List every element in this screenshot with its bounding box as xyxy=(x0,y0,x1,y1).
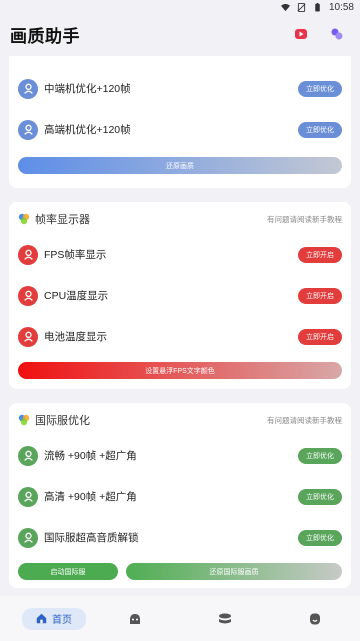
list-item: 高端机优化+120帧 立即优化 xyxy=(18,109,342,150)
list-item: 高清 +90帧 +超广角 立即优化 xyxy=(18,476,342,517)
user-icon xyxy=(18,445,38,466)
user-icon xyxy=(18,285,38,306)
row-label: FPS帧率显示 xyxy=(44,249,107,261)
list-item: FPS帧率显示 立即开启 xyxy=(18,234,342,275)
section-logo-icon xyxy=(18,213,30,225)
row-label: 国际服超高音质解锁 xyxy=(44,532,139,544)
nav-item-profile[interactable] xyxy=(270,612,360,626)
row-label: 电池温度显示 xyxy=(44,331,107,343)
theme-icon[interactable] xyxy=(330,27,344,41)
section-header: 国际服优化 有问题请阅读新手教程 xyxy=(18,411,342,429)
row-label: 中端机优化+120帧 xyxy=(44,83,131,95)
enable-button[interactable]: 立即开启 xyxy=(298,328,342,345)
optimize-button[interactable]: 立即优化 xyxy=(298,447,342,464)
nav-item-home[interactable]: 首页 xyxy=(0,607,90,630)
launch-intl-button[interactable]: 启动国际服 xyxy=(18,563,118,580)
battery-icon xyxy=(315,2,320,12)
main-content: 中端机优化+120帧 立即优化 高端机优化+120帧 立即优化 还原画质 帧率显… xyxy=(9,56,351,588)
graphics-card: 中端机优化+120帧 立即优化 高端机优化+120帧 立即优化 还原画质 xyxy=(9,56,351,188)
list-item: 电池温度显示 立即开启 xyxy=(18,316,342,357)
enable-button[interactable]: 立即开启 xyxy=(298,287,342,304)
row-label: 流畅 +90帧 +超广角 xyxy=(44,450,137,462)
bottom-nav: 首页 xyxy=(0,596,360,641)
row-label: CPU温度显示 xyxy=(44,290,109,302)
layers-icon xyxy=(219,613,231,623)
user-icon xyxy=(18,119,38,140)
intl-button-group: 启动国际服 还原国际服画质 xyxy=(18,563,342,580)
optimize-button[interactable]: 立即优化 xyxy=(298,121,342,138)
home-icon xyxy=(36,613,47,624)
intl-card: 国际服优化 有问题请阅读新手教程 流畅 +90帧 +超广角 立即优化 高清 +9… xyxy=(9,403,351,588)
play-icon[interactable] xyxy=(294,27,308,41)
section-title: 帧率显示器 xyxy=(35,214,90,226)
row-label: 高端机优化+120帧 xyxy=(44,124,131,136)
nav-item-face[interactable] xyxy=(90,612,180,626)
list-item: 国际服超高音质解锁 立即优化 xyxy=(18,517,342,558)
profile-icon xyxy=(310,613,320,624)
list-item: 流畅 +90帧 +超广角 立即优化 xyxy=(18,435,342,476)
user-icon xyxy=(18,244,38,265)
user-icon xyxy=(18,78,38,99)
tutorial-hint[interactable]: 有问题请阅读新手教程 xyxy=(267,415,342,426)
user-icon xyxy=(18,486,38,507)
app-bar: 画质助手 xyxy=(0,14,360,54)
fps-card: 帧率显示器 有问题请阅读新手教程 FPS帧率显示 立即开启 CPU温度显示 立即… xyxy=(9,202,351,389)
wifi-icon xyxy=(280,3,290,11)
nav-item-layers[interactable] xyxy=(180,612,270,626)
tutorial-hint[interactable]: 有问题请阅读新手教程 xyxy=(267,214,342,225)
user-icon xyxy=(18,527,38,548)
list-item: 中端机优化+120帧 立即优化 xyxy=(18,68,342,109)
user-icon xyxy=(18,326,38,347)
nav-home-label: 首页 xyxy=(52,615,72,626)
optimize-button[interactable]: 立即优化 xyxy=(298,80,342,97)
nav-home-pill[interactable]: 首页 xyxy=(22,607,86,630)
row-label: 高清 +90帧 +超广角 xyxy=(44,491,137,503)
optimize-button[interactable]: 立即优化 xyxy=(298,488,342,505)
status-time: 10:58 xyxy=(328,1,354,13)
section-header: 帧率显示器 有问题请阅读新手教程 xyxy=(18,210,342,228)
enable-button[interactable]: 立即开启 xyxy=(298,246,342,263)
section-title: 国际服优化 xyxy=(35,415,90,427)
section-logo-icon xyxy=(18,414,30,426)
face-icon xyxy=(130,613,140,624)
sim-off-icon xyxy=(297,2,306,12)
status-bar: 10:58 xyxy=(0,0,360,14)
fps-color-button[interactable]: 设置悬浮FPS文字颜色 xyxy=(18,362,342,379)
app-title: 画质助手 xyxy=(10,26,80,46)
list-item: CPU温度显示 立即开启 xyxy=(18,275,342,316)
optimize-button[interactable]: 立即优化 xyxy=(298,529,342,546)
restore-graphics-button[interactable]: 还原画质 xyxy=(18,157,342,174)
restore-intl-button[interactable]: 还原国际服画质 xyxy=(126,563,342,580)
